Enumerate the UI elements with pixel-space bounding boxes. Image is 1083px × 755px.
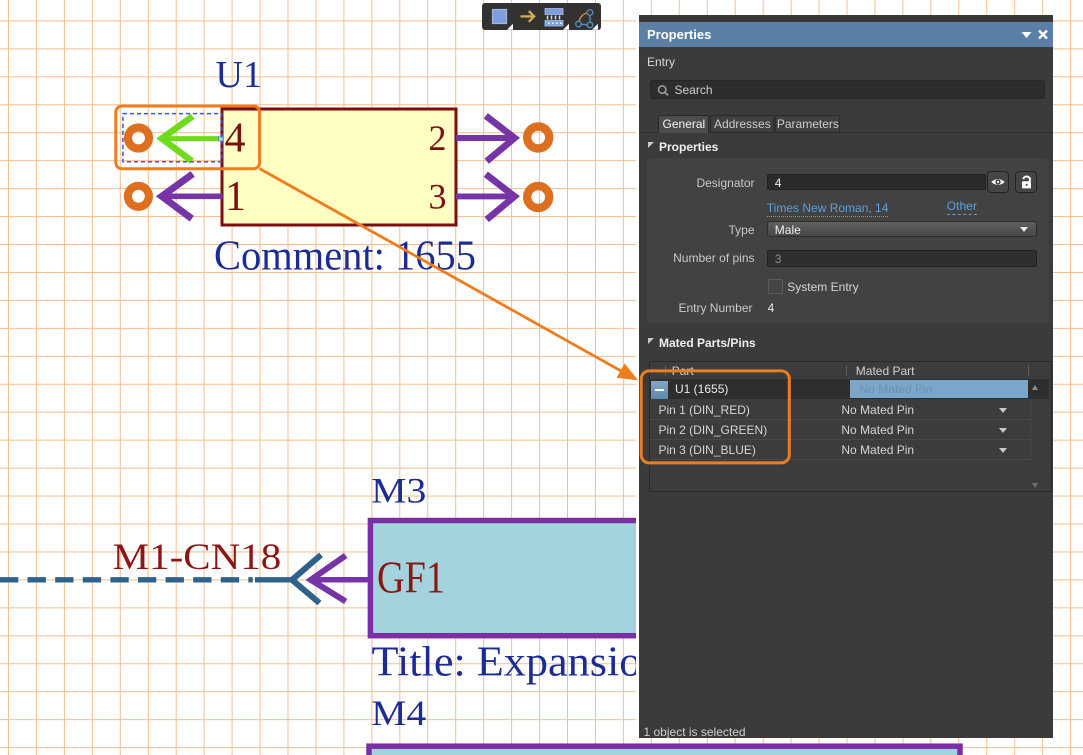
svg-text:M1-CN18: M1-CN18 [113, 537, 282, 578]
svg-text:U1: U1 [216, 54, 262, 96]
svg-text:M3: M3 [371, 471, 426, 511]
svg-text:2: 2 [429, 118, 447, 158]
svg-text:Title: Expansion: Title: Expansion [372, 640, 664, 686]
svg-text:4: 4 [225, 116, 246, 162]
svg-text:3: 3 [429, 176, 447, 216]
svg-text:GF1: GF1 [377, 552, 445, 603]
svg-text:M4: M4 [371, 693, 426, 733]
svg-text:Comment: 1655: Comment: 1655 [214, 233, 476, 279]
svg-text:1: 1 [225, 174, 246, 220]
